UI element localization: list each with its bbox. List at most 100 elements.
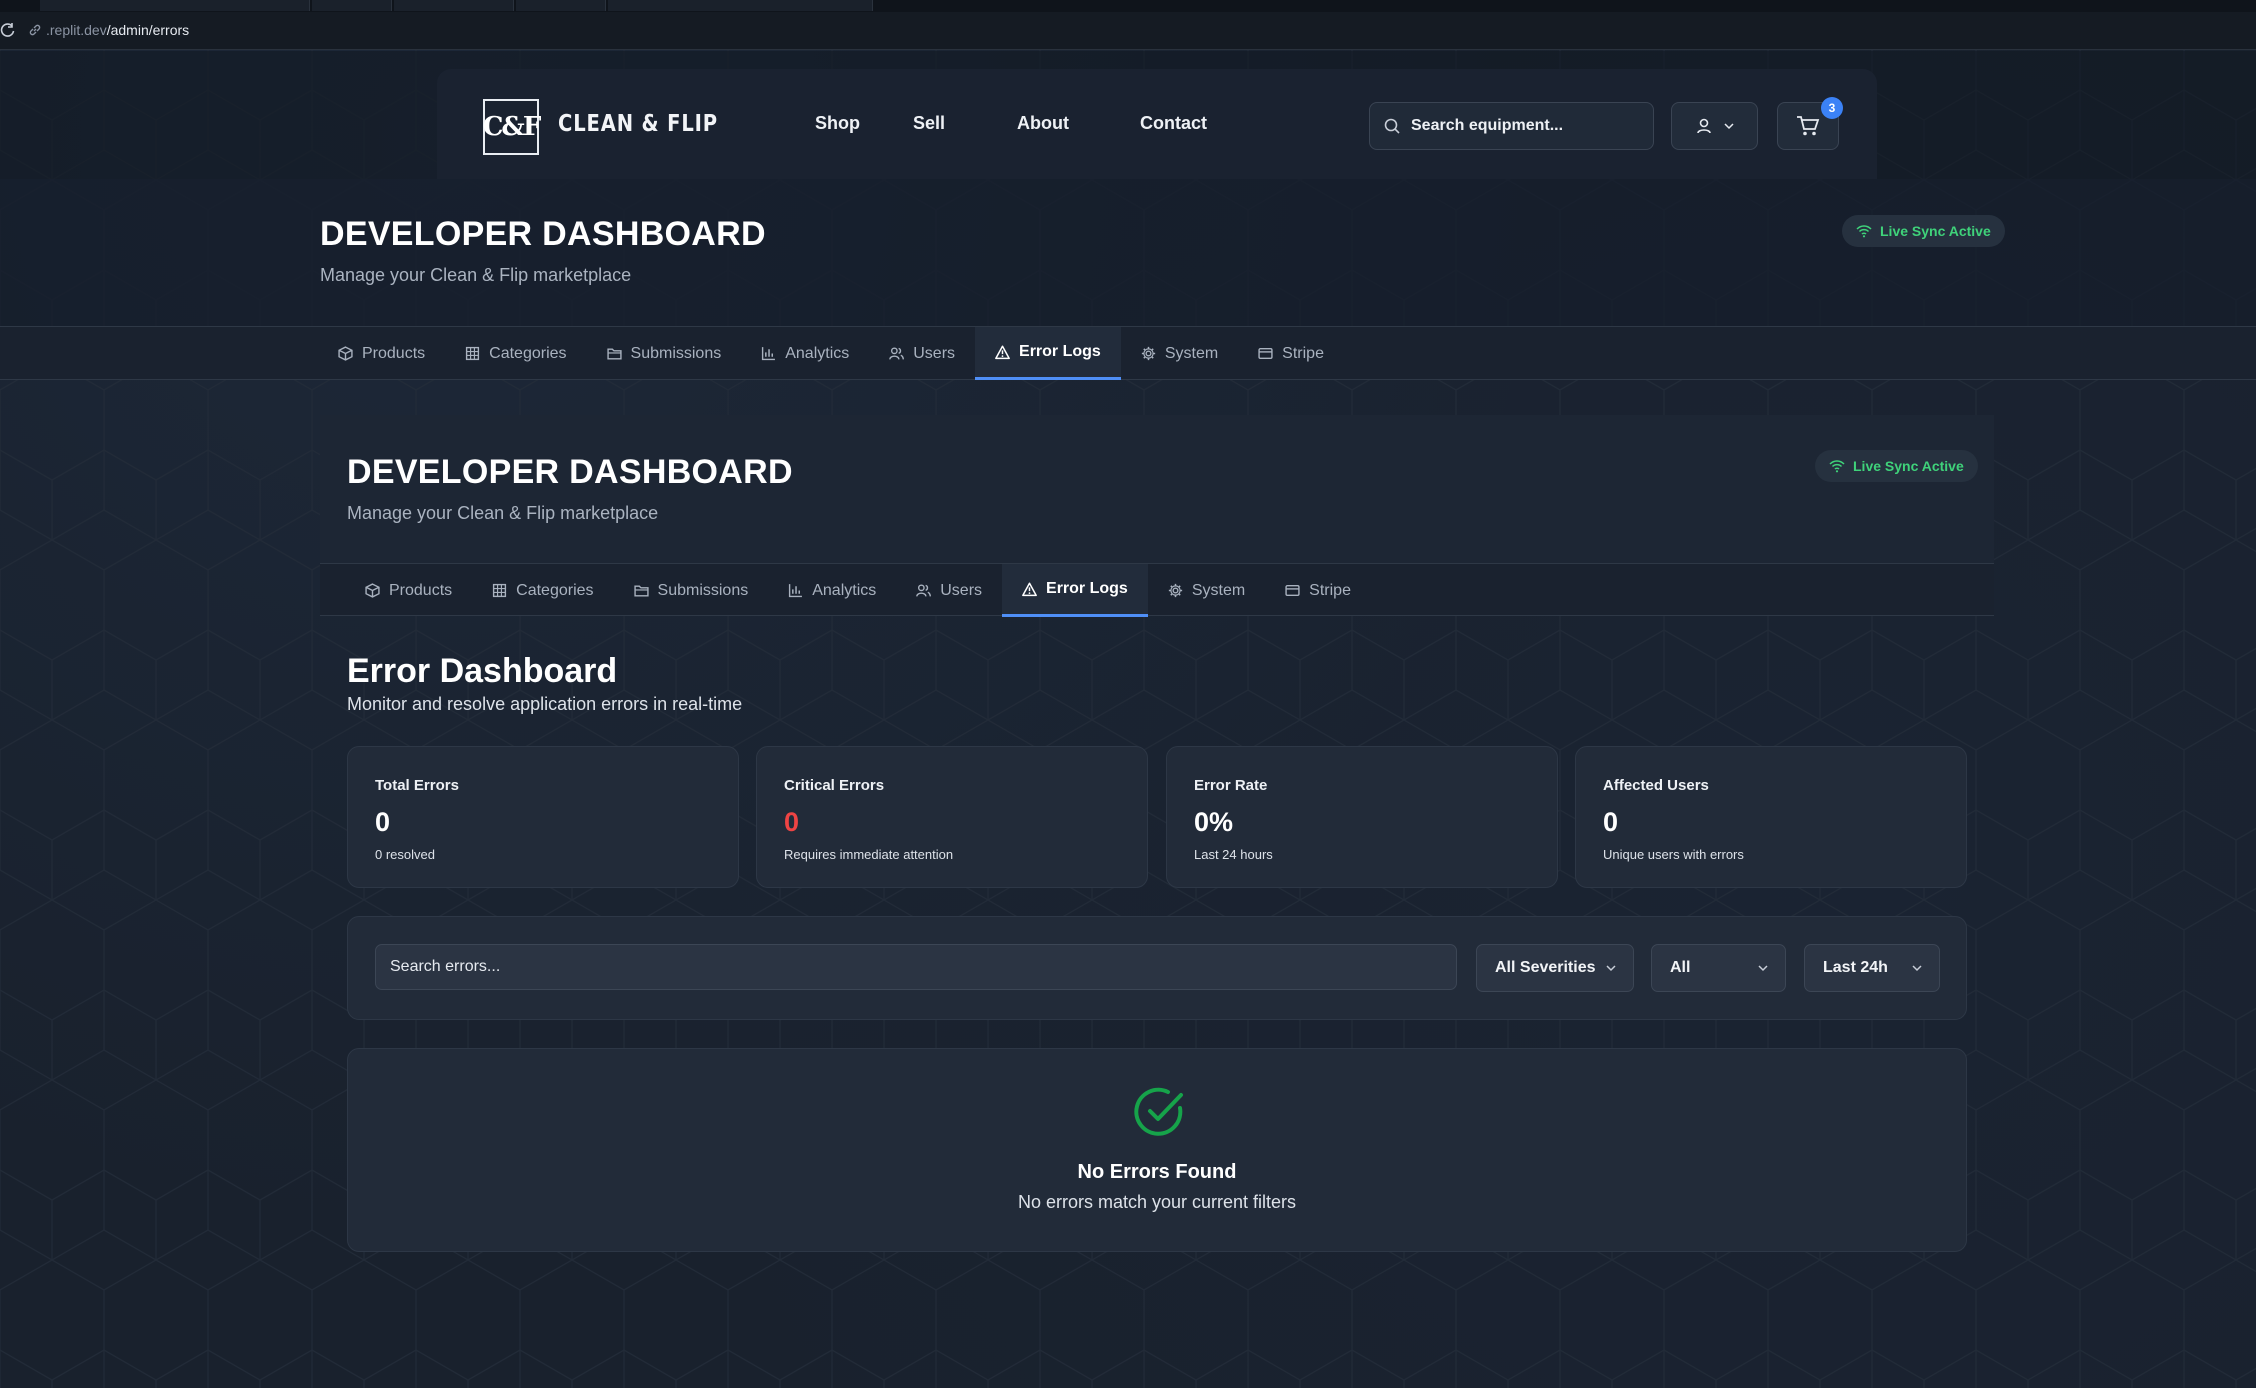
url[interactable]: .replit.dev/admin/errors: [28, 22, 189, 38]
user-menu-button[interactable]: [1671, 102, 1758, 150]
inner-live-sync-badge: Live Sync Active: [1815, 450, 1978, 482]
stat-note: Unique users with errors: [1603, 847, 1744, 862]
nav-shop[interactable]: Shop: [815, 113, 860, 134]
equipment-search-input[interactable]: [1411, 117, 1631, 135]
stat-card-error-rate: Error Rate 0% Last 24 hours: [1166, 746, 1558, 888]
tab-label: Categories: [516, 581, 594, 599]
live-sync-label: Live Sync Active: [1853, 458, 1964, 474]
tab-stripe[interactable]: Stripe: [1265, 564, 1371, 617]
nav-contact[interactable]: Contact: [1140, 113, 1207, 134]
tab-system[interactable]: System: [1148, 564, 1265, 617]
inner-page-subtitle: Manage your Clean & Flip marketplace: [347, 503, 659, 523]
tab-stripe[interactable]: Stripe: [1238, 327, 1344, 380]
users-icon: [916, 583, 932, 598]
cart-button[interactable]: 3: [1777, 97, 1843, 150]
tab-users[interactable]: Users: [896, 564, 1002, 617]
address-bar[interactable]: .replit.dev/admin/errors: [0, 12, 2256, 50]
stat-value: 0: [784, 807, 800, 837]
page-title: DEVELOPER DASHBOARD: [320, 215, 766, 253]
folder-icon: [633, 583, 649, 598]
reload-icon[interactable]: [0, 22, 16, 38]
tab-products[interactable]: Products: [318, 327, 445, 380]
tab-label: System: [1164, 344, 1219, 362]
nav-sell[interactable]: Sell: [913, 113, 945, 134]
tab-products[interactable]: Products: [345, 564, 472, 617]
tab-label: Submissions: [657, 581, 749, 599]
tab-submissions[interactable]: Submissions: [587, 327, 742, 380]
chevron-down-icon: [1723, 120, 1735, 132]
tab-label: Stripe: [1309, 581, 1351, 599]
error-search[interactable]: [375, 944, 1457, 990]
error-dashboard-subtitle: Monitor and resolve application errors i…: [347, 694, 743, 714]
dashboard-header: DEVELOPER DASHBOARD Manage your Clean & …: [0, 179, 2256, 327]
tab-analytics[interactable]: Analytics: [741, 327, 869, 380]
url-path: /admin/errors: [106, 22, 190, 38]
browser-tab[interactable]: [608, 0, 873, 11]
logo-text[interactable]: CLEAN & FLIP: [558, 111, 718, 137]
empty-message: No errors match your current filters: [1017, 1192, 1297, 1212]
tab-error-logs[interactable]: Error Logs: [1002, 564, 1148, 617]
grid-icon: [492, 583, 507, 598]
stat-card-total-errors: Total Errors 0 0 resolved: [347, 746, 739, 888]
tab-analytics[interactable]: Analytics: [768, 564, 896, 617]
tab-users[interactable]: Users: [869, 327, 975, 380]
status-value: All: [1670, 959, 1691, 976]
stat-value: 0%: [1194, 807, 1234, 837]
tab-label: System: [1191, 581, 1246, 599]
tab-row-outer: Products Categories Submissions Analytics Us…: [318, 327, 1344, 380]
stat-note: Last 24 hours: [1194, 847, 1273, 862]
alert-triangle-icon: [995, 345, 1010, 360]
tab-submissions[interactable]: Submissions: [614, 564, 769, 617]
navbar: C&F CLEAN & FLIP Shop Sell About Contact: [437, 69, 1877, 179]
tab-label: Categories: [489, 344, 567, 362]
severity-value: All Severities: [1495, 959, 1596, 976]
tab-row-inner: Products Categories Submissions Analytics Us…: [345, 564, 1371, 617]
logo-mark[interactable]: C&F: [483, 99, 541, 155]
severity-select[interactable]: All Severities: [1476, 944, 1634, 992]
empty-title: No Errors Found: [1077, 1161, 1237, 1183]
wifi-icon: [1856, 224, 1872, 238]
folder-icon: [606, 346, 622, 361]
stat-note: 0 resolved: [375, 847, 435, 862]
credit-card-icon: [1258, 346, 1273, 361]
tab-system[interactable]: System: [1121, 327, 1238, 380]
main-nav: Shop Sell About Contact: [815, 113, 1207, 134]
time-range-value: Last 24h: [1823, 959, 1888, 976]
chevron-down-icon: [1605, 962, 1617, 974]
equipment-search[interactable]: [1369, 102, 1654, 150]
browser-tabstrip: [0, 0, 2256, 12]
tab-label: Products: [389, 581, 453, 599]
credit-card-icon: [1285, 583, 1300, 598]
stat-value: 0: [1603, 807, 1619, 837]
browser-tab[interactable]: [394, 0, 514, 11]
grid-icon: [465, 346, 480, 361]
search-icon: [1384, 118, 1401, 135]
link-icon: [28, 23, 42, 37]
tab-label: Products: [362, 344, 426, 362]
inner-dashboard-tabs: Products Categories Submissions Analytics Us…: [320, 563, 1994, 617]
check-circle-icon: [1132, 1085, 1186, 1139]
browser-tab[interactable]: [40, 0, 310, 11]
tab-label: Error Logs: [1019, 343, 1101, 360]
bar-chart-icon: [788, 583, 803, 598]
error-search-input[interactable]: [390, 958, 1440, 976]
users-icon: [889, 346, 905, 361]
stat-note: Requires immediate attention: [784, 847, 954, 862]
box-icon: [365, 583, 380, 598]
status-select[interactable]: All: [1651, 944, 1786, 992]
tab-label: Users: [940, 581, 983, 599]
browser-tab[interactable]: [312, 0, 392, 11]
tab-categories[interactable]: Categories: [472, 564, 613, 617]
dashboard-tabs: Products Categories Submissions Analytics Us…: [0, 327, 2256, 380]
tab-label: Users: [913, 344, 956, 362]
tab-categories[interactable]: Categories: [445, 327, 586, 380]
tab-label: Analytics: [812, 581, 877, 599]
browser-tab[interactable]: [516, 0, 606, 11]
tab-error-logs[interactable]: Error Logs: [975, 327, 1121, 380]
url-domain: .replit.dev: [46, 22, 107, 38]
time-range-select[interactable]: Last 24h: [1804, 944, 1940, 992]
box-icon: [338, 346, 353, 361]
stat-label: Critical Errors: [784, 777, 885, 794]
empty-state: No Errors Found No errors match your cur…: [347, 1048, 1967, 1252]
nav-about[interactable]: About: [1017, 113, 1069, 134]
